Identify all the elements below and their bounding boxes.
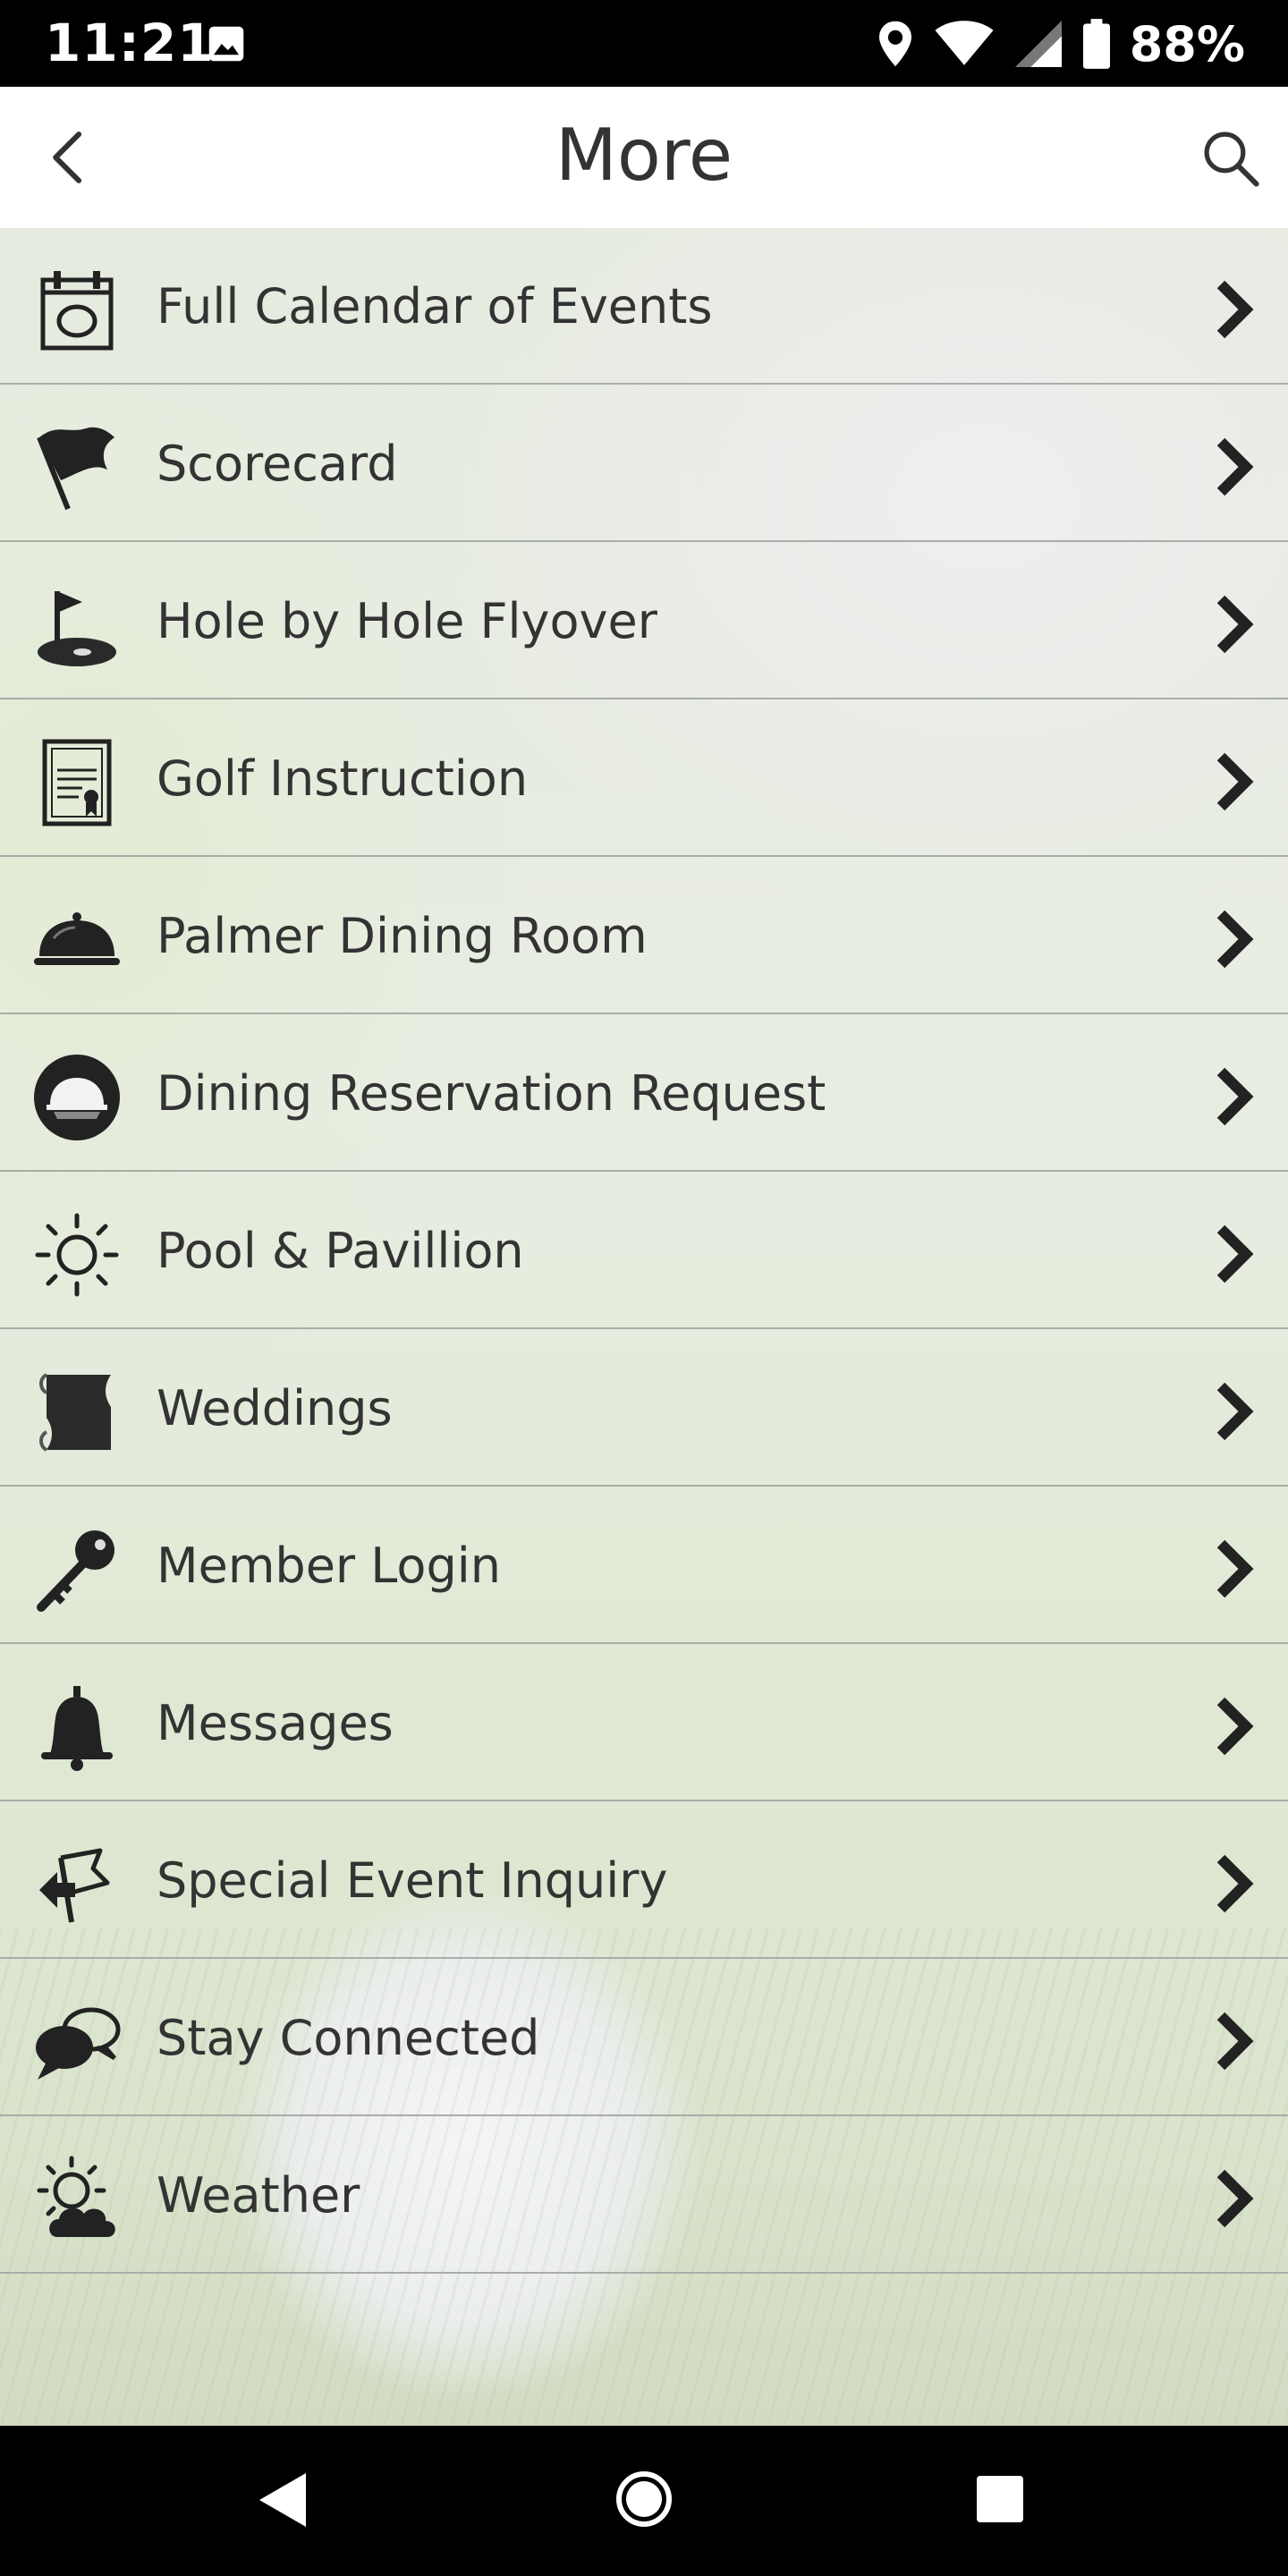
chevron-right-icon (1216, 1854, 1254, 1913)
back-triangle-icon[interactable] (256, 2469, 309, 2531)
location-icon (878, 21, 911, 67)
chevron-right-icon (1216, 1539, 1254, 1598)
chevron-right-icon (1216, 437, 1254, 496)
menu-item-weather[interactable]: Weather (0, 2117, 1288, 2274)
chevron-right-icon (1216, 1224, 1254, 1284)
image-icon (208, 26, 244, 62)
status-time: 11:21 (45, 13, 215, 73)
menu-item-label: Pool & Pavillion (157, 1223, 524, 1279)
sun-icon (35, 1213, 119, 1297)
menu-item-label: Weddings (157, 1380, 393, 1436)
menu-item-label: Messages (157, 1695, 394, 1751)
golf-hole-icon (38, 591, 116, 666)
flag-icon (37, 427, 114, 511)
menu-item-label: Dining Reservation Request (157, 1065, 826, 1122)
chevron-right-icon (1216, 910, 1254, 969)
recents-square-icon[interactable] (975, 2474, 1025, 2524)
page-title: More (555, 114, 733, 197)
navigation-bar (0, 2426, 1288, 2576)
menu-item-label: Scorecard (157, 436, 398, 492)
search-icon[interactable] (1197, 124, 1263, 191)
app-bar: More (0, 87, 1288, 228)
chevron-right-icon (1216, 752, 1254, 811)
menu-item-label: Palmer Dining Room (157, 908, 648, 964)
dining-cloche-icon (34, 912, 120, 965)
calendar-icon (40, 271, 114, 351)
key-icon (37, 1530, 114, 1612)
wifi-icon (935, 21, 994, 65)
weather-icon (37, 2156, 115, 2237)
menu-item-label: Member Login (157, 1538, 501, 1594)
chevron-right-icon (1216, 595, 1254, 654)
menu-item-dining-reservation[interactable]: Dining Reservation Request (0, 1015, 1288, 1172)
status-icons: 88% (876, 13, 1245, 75)
menu-item-calendar[interactable]: Full Calendar of Events (0, 228, 1288, 385)
chat-bubbles-icon (36, 2007, 121, 2080)
chevron-right-icon (1216, 1067, 1254, 1126)
menu-item-label: Hole by Hole Flyover (157, 593, 657, 649)
chevron-right-icon (1216, 2012, 1254, 2071)
menu-item-label: Special Event Inquiry (157, 1852, 668, 1909)
menu-item-golf-instruction[interactable]: Golf Instruction (0, 700, 1288, 857)
menu-item-label: Golf Instruction (157, 750, 529, 807)
menu-item-label: Weather (157, 2167, 360, 2224)
menu-item-palmer-dining[interactable]: Palmer Dining Room (0, 858, 1288, 1014)
bell-icon (41, 1686, 113, 1771)
menu-item-special-event[interactable]: Special Event Inquiry (0, 1802, 1288, 1959)
chevron-right-icon (1216, 2169, 1254, 2228)
menu-item-hole-flyover[interactable]: Hole by Hole Flyover (0, 543, 1288, 699)
signal-icon (1014, 21, 1062, 67)
menu-item-scorecard[interactable]: Scorecard (0, 386, 1288, 542)
menu-item-pool-pavillion[interactable]: Pool & Pavillion (0, 1173, 1288, 1329)
dining-reservation-icon (34, 1055, 120, 1140)
chevron-right-icon (1216, 1382, 1254, 1441)
chevron-right-icon (1216, 1697, 1254, 1756)
event-flag-icon (39, 1848, 110, 1923)
menu-item-messages[interactable]: Messages (0, 1645, 1288, 1801)
status-bar: 11:21 88% (0, 0, 1288, 87)
menu-item-label: Full Calendar of Events (157, 278, 713, 335)
chevron-right-icon (1216, 280, 1254, 339)
menu-item-weddings[interactable]: Weddings (0, 1330, 1288, 1487)
battery-percentage: 88% (1129, 15, 1245, 72)
menu-list: Full Calendar of Events Scorecard Hole b… (0, 228, 1288, 2426)
menu-item-member-login[interactable]: Member Login (0, 1487, 1288, 1644)
battery-icon (1082, 19, 1110, 69)
scroll-icon (39, 1373, 111, 1452)
menu-item-stay-connected[interactable]: Stay Connected (0, 1960, 1288, 2116)
license-icon (42, 739, 112, 826)
home-circle-icon[interactable] (614, 2469, 674, 2529)
menu-item-label: Stay Connected (157, 2010, 540, 2066)
